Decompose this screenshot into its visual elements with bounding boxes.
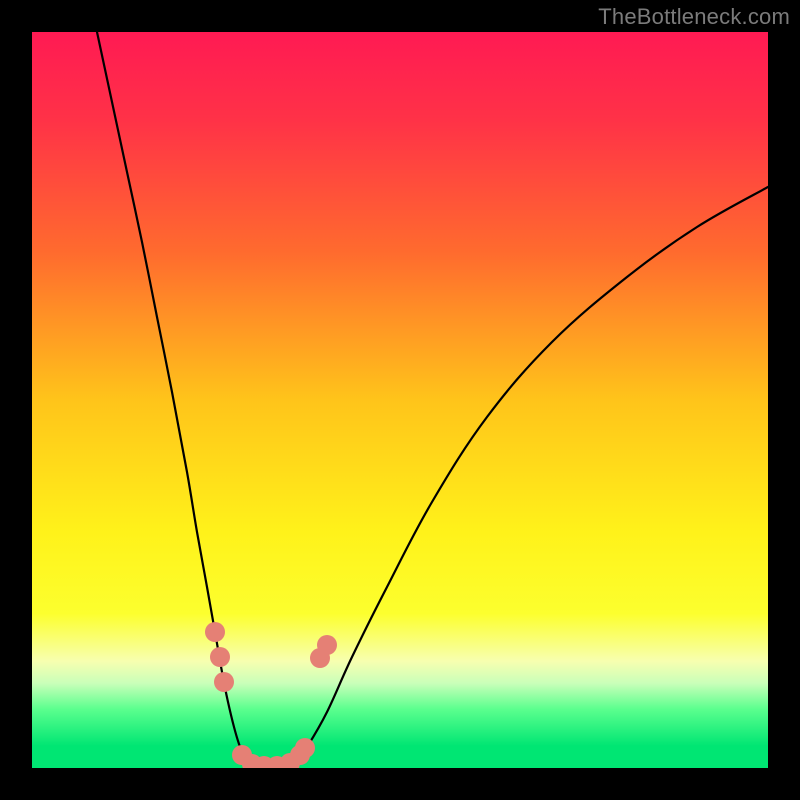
chart-frame: TheBottleneck.com	[0, 0, 800, 800]
background-gradient	[32, 32, 768, 768]
plot-area	[32, 32, 768, 768]
watermark-text: TheBottleneck.com	[598, 4, 790, 30]
